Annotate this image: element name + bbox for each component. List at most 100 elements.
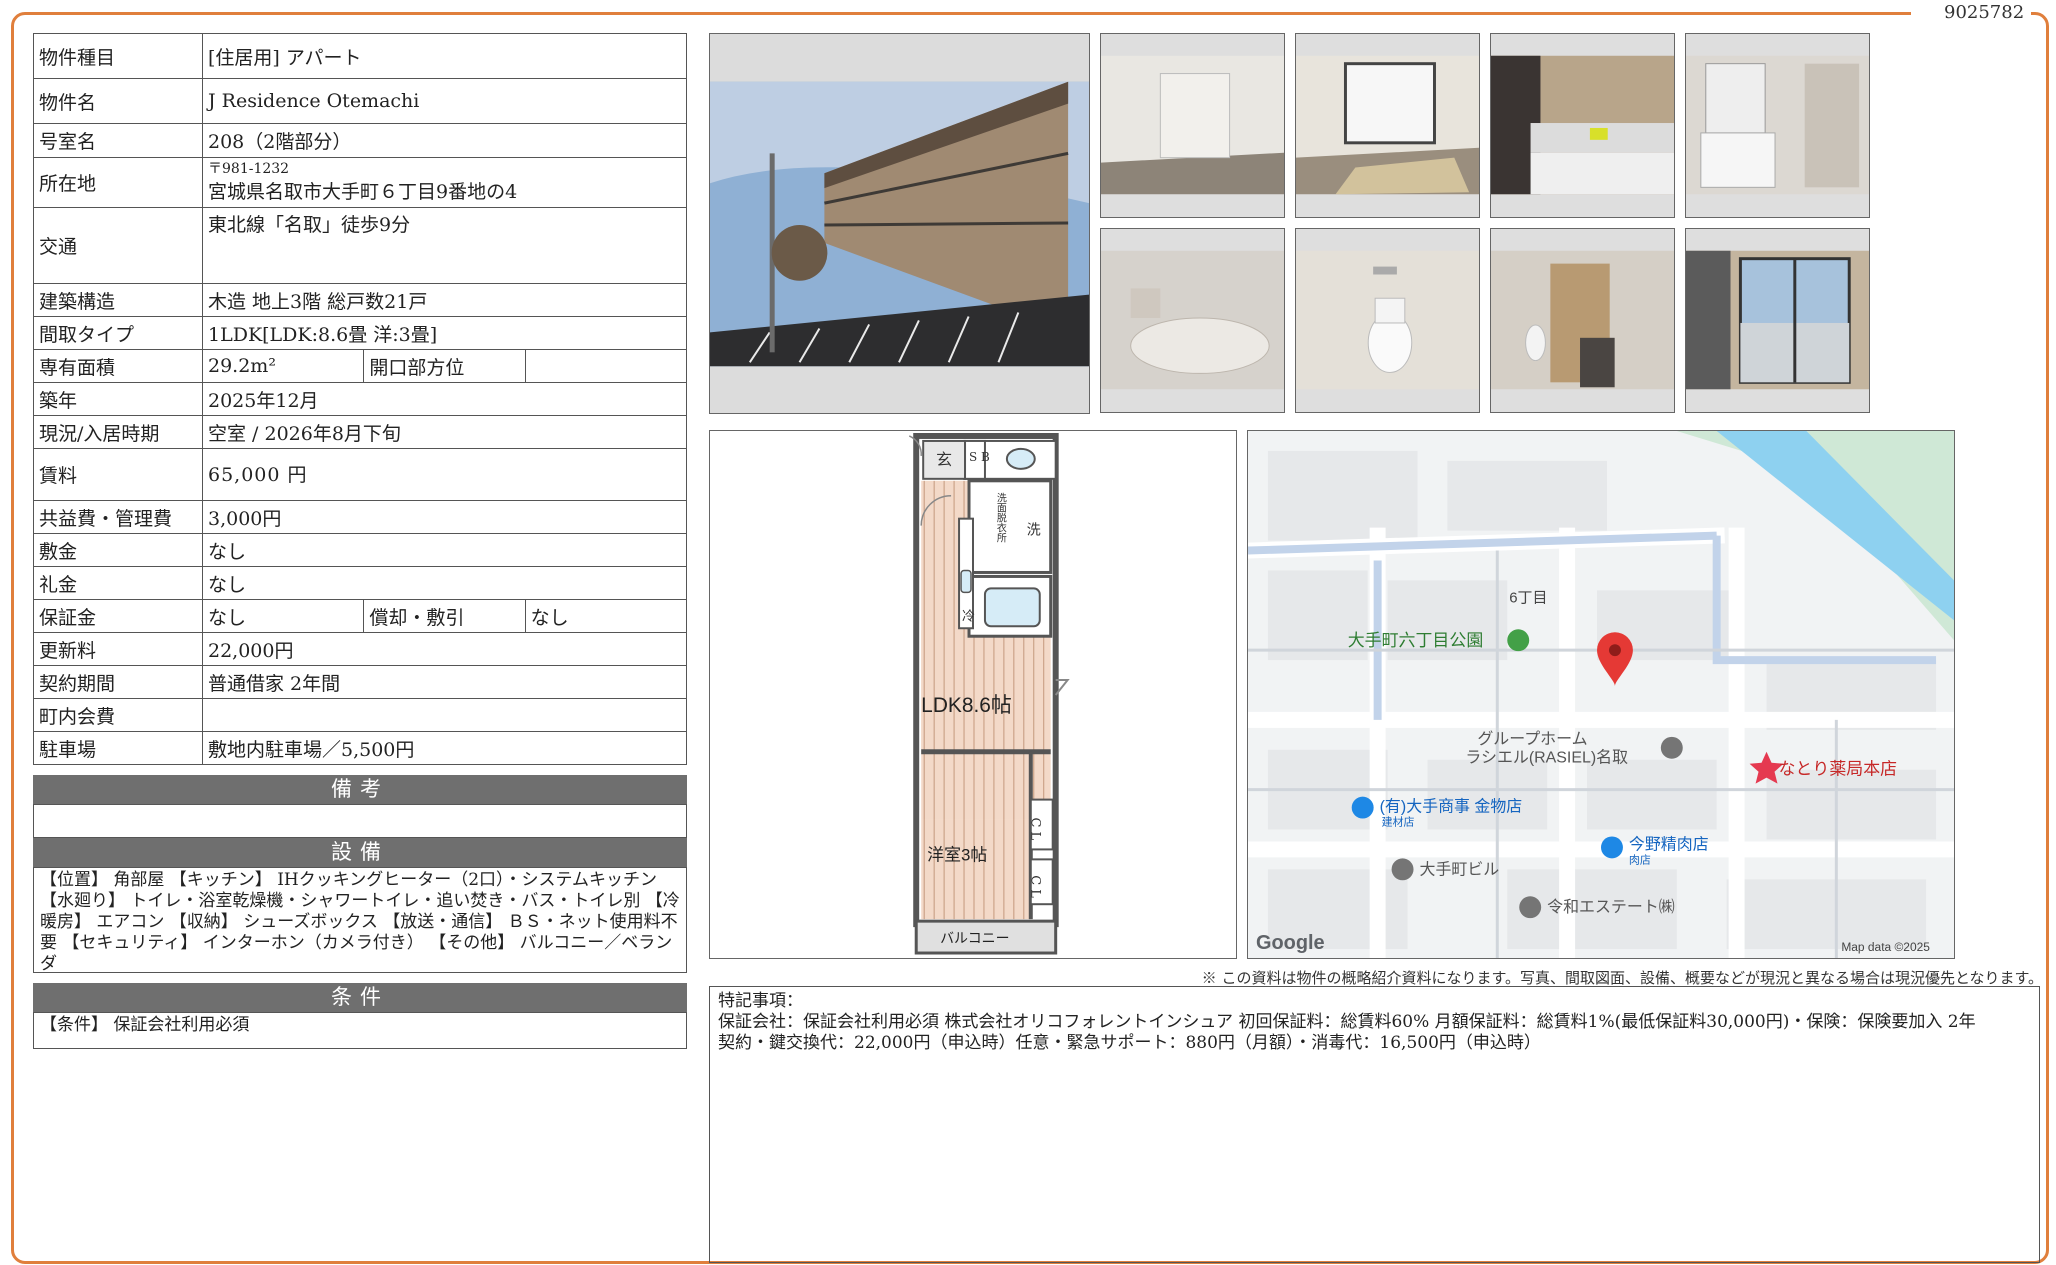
conditions-box: 【条件】 保証会社利用必須	[33, 1012, 687, 1049]
room-label: 号室名	[33, 123, 203, 158]
photo-washroom	[1685, 33, 1870, 218]
amort-value: なし	[524, 599, 688, 633]
fp-washroom: 洗面脱衣所	[994, 493, 1006, 544]
map-shoji: (有)大手商事 金物店	[1380, 798, 1523, 816]
photo-window	[1295, 33, 1480, 218]
direction-value	[524, 349, 688, 383]
equipment-box: 【位置】 角部屋 【キッチン】 IHクッキングヒーター（2口）・システムキッチン…	[33, 867, 687, 974]
parking-label: 駐車場	[33, 731, 203, 765]
balcony-illustration	[1686, 229, 1869, 412]
rent-label: 賃料	[33, 448, 203, 501]
guarantee-label: 保証金	[33, 599, 203, 633]
fp-wash: 洗	[1027, 523, 1041, 539]
key-money-value: なし	[202, 566, 687, 600]
built-label: 築年	[33, 382, 203, 416]
map[interactable]: 6丁目 大手町六丁目公園 グループホーム ラシエル(RASIEL)名取 なとり薬…	[1247, 430, 1955, 959]
map-meat-sub: 肉店	[1629, 852, 1651, 866]
map-google-logo: Google	[1256, 932, 1325, 954]
map-pharmacy: なとり薬局本店	[1778, 760, 1897, 779]
structure-label: 建築構造	[33, 283, 203, 317]
hardware-store-icon	[1351, 796, 1374, 819]
disclaimer: ※ この資料は物件の概略紹介資料になります。写真、間取図面、設備、概要などが現況…	[1201, 969, 2043, 987]
name-value: J Residence Otemachi	[202, 78, 687, 124]
window-illustration	[1296, 34, 1479, 217]
status-value: 空室 / 2026年8月下旬	[202, 415, 687, 449]
renewal-label: 更新料	[33, 632, 203, 666]
map-group-home1: グループホーム	[1477, 730, 1587, 748]
fp-western: 洋室3帖	[927, 845, 987, 864]
photo-balcony-view	[1685, 228, 1870, 413]
contract-label: 契約期間	[33, 665, 203, 699]
special-notes-line1: 保証会社：保証会社利用必須 株式会社オリコフォレントインシュア 初回保証料：総賃…	[718, 1012, 1976, 1032]
key-money-label: 礼金	[33, 566, 203, 600]
address-cell: 〒981-1232 宮城県名取市大手町６丁目9番地の4	[202, 157, 687, 208]
fp-cl2: C L	[1027, 875, 1042, 898]
floor-plan-drawing: 玄 S B 洗面脱衣所 洗 冷 LDK8.6帖 洋室3帖 C L C L バルコ…	[908, 432, 1070, 955]
park-icon	[1507, 629, 1530, 652]
property-info-table: 物件種目 [住居用] アパート 物件名 J Residence Otemachi…	[33, 33, 688, 765]
type-label: 物件種目	[33, 33, 203, 79]
estate-pin-icon	[1519, 896, 1542, 919]
photo-kitchen	[1490, 33, 1675, 218]
group-home-pin-icon	[1660, 736, 1683, 759]
zip-code: 〒981-1232	[208, 161, 290, 177]
living-illustration	[1101, 34, 1284, 217]
meat-shop-icon	[1601, 836, 1623, 859]
bathroom-illustration	[1101, 229, 1284, 412]
direction-label: 開口部方位	[363, 349, 526, 383]
contract-value: 普通借家 2年間	[202, 665, 687, 699]
entrance-illustration	[1491, 229, 1674, 412]
fp-genkan: 玄	[936, 450, 952, 469]
renewal-value: 22,000円	[202, 632, 687, 666]
address-value: 宮城県名取市大手町６丁目9番地の4	[208, 181, 518, 203]
fp-fridge: 冷	[962, 609, 975, 624]
layout-label: 間取タイプ	[33, 316, 203, 350]
fp-cl1: C L	[1027, 818, 1042, 841]
area-value: 29.2m²	[201, 349, 365, 383]
guarantee-value: なし	[201, 599, 365, 633]
rent-value: 65,000 円	[202, 448, 687, 501]
building-pin-icon	[1391, 858, 1414, 881]
exterior-photo	[709, 33, 1090, 414]
town-fee-value	[202, 698, 687, 732]
deposit-value: なし	[202, 533, 687, 567]
access-value: 東北線「名取」徒歩9分	[202, 207, 687, 284]
type-value: [住居用] アパート	[202, 33, 687, 79]
map-chome: 6丁目	[1509, 589, 1547, 606]
parking-value: 敷地内駐車場／5,500円	[202, 731, 687, 765]
toilet-illustration	[1296, 229, 1479, 412]
kitchen-illustration	[1491, 34, 1674, 217]
fp-balcony: バルコニー	[940, 931, 1009, 947]
room-value: 208（2階部分）	[202, 123, 687, 158]
special-notes-line2: 契約・鍵交換代：22,000円（申込時）任意・緊急サポート：880円（月額）・消…	[718, 1033, 1541, 1053]
built-value: 2025年12月	[202, 382, 687, 416]
amort-label: 償却・敷引	[363, 599, 526, 633]
map-drawing: 6丁目 大手町六丁目公園 グループホーム ラシエル(RASIEL)名取 なとり薬…	[1248, 431, 1954, 958]
fp-sb: S B	[969, 450, 990, 464]
map-shoji-sub: 建材店	[1382, 815, 1415, 829]
layout-value: 1LDK[LDK:8.6畳 洋:3畳]	[202, 316, 687, 350]
photo-entrance	[1490, 228, 1675, 413]
fee-value: 3,000円	[202, 500, 687, 534]
map-group-home2: ラシエル(RASIEL)名取	[1465, 749, 1628, 767]
access-label: 交通	[33, 207, 203, 284]
area-label: 専有面積	[33, 349, 203, 383]
photo-bathroom	[1100, 228, 1285, 413]
photo-toilet	[1295, 228, 1480, 413]
map-park: 大手町六丁目公園	[1348, 631, 1484, 650]
conditions-header: 条件	[33, 983, 687, 1012]
address-label: 所在地	[33, 157, 203, 208]
deposit-label: 敷金	[33, 533, 203, 567]
washroom-illustration	[1686, 34, 1869, 217]
photo-living	[1100, 33, 1285, 218]
name-label: 物件名	[33, 78, 203, 124]
fee-label: 共益費・管理費	[33, 500, 203, 534]
building-illustration	[710, 34, 1089, 413]
equipment-header: 設備	[33, 838, 687, 867]
document-code: 9025782	[1944, 2, 2025, 23]
town-fee-label: 町内会費	[33, 698, 203, 732]
special-notes-box: 特記事項： 保証会社：保証会社利用必須 株式会社オリコフォレントインシュア 初回…	[709, 986, 2040, 1263]
status-label: 現況/入居時期	[33, 415, 203, 449]
structure-value: 木造 地上3階 総戸数21戸	[202, 283, 687, 317]
map-estate: 令和エステート㈱	[1547, 898, 1675, 916]
